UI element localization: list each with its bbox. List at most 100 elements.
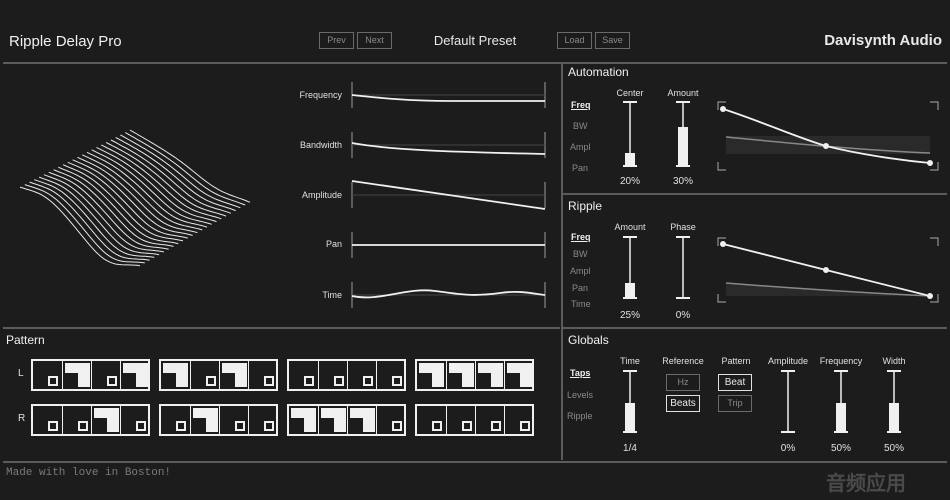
automation-center-slider[interactable] [620,100,640,170]
pattern-step[interactable] [504,361,533,389]
pattern-step[interactable] [318,361,347,389]
pattern-step[interactable] [417,406,446,434]
pattern-step[interactable] [219,361,248,389]
ripple-title: Ripple [568,199,603,213]
param-label-amplitude: Amplitude [301,190,342,200]
pattern-step-gap [222,373,235,387]
pattern-step[interactable] [120,406,149,434]
pattern-step[interactable] [91,361,120,389]
pattern-group[interactable] [159,359,278,391]
pattern-step[interactable] [33,406,62,434]
pattern-step[interactable] [446,361,475,389]
automation-envelope-graph[interactable] [717,101,939,172]
pattern-step[interactable] [475,361,504,389]
pattern-step[interactable] [219,406,248,434]
pattern-step[interactable] [318,406,347,434]
automation-tab-ampl[interactable]: Ampl [570,142,591,152]
pattern-step-level [291,408,316,432]
pattern-step[interactable] [248,406,277,434]
wave-line [110,139,232,214]
pattern-step[interactable] [289,361,318,389]
pattern-step[interactable] [347,361,376,389]
ripple-amount-slider[interactable] [620,235,640,301]
pattern-group[interactable] [415,359,534,391]
globals-tab-ripple[interactable]: Ripple [567,411,593,421]
pattern-step[interactable] [62,406,91,434]
automation-tab-freq[interactable]: Freq [571,100,591,110]
pattern-step[interactable] [91,406,120,434]
wave-line [129,129,251,203]
pattern-step[interactable] [161,406,190,434]
globals-frequency-label: Frequency [819,356,863,366]
app-title: Ripple Delay Pro [9,33,122,50]
ripple-3d-visualizer [19,129,251,267]
pattern-group[interactable] [415,404,534,436]
pattern-step[interactable] [248,361,277,389]
pattern-step[interactable] [446,406,475,434]
automation-amount-slider[interactable] [673,100,693,170]
globals-time-slider[interactable] [620,369,640,435]
prev-preset-button[interactable]: Prev [319,32,354,49]
time-curve [351,289,546,299]
save-preset-button[interactable]: Save [595,32,630,49]
ripple-phase-label: Phase [670,222,696,232]
ripple-amount-value: 25% [619,310,640,321]
ripple-tab-bw[interactable]: BW [573,249,588,259]
pattern-step[interactable] [161,361,190,389]
automation-tab-bw[interactable]: BW [573,121,588,131]
ripple-phase-slider[interactable] [673,235,693,301]
reference-beats-button[interactable]: Beats [666,395,700,412]
pattern-step[interactable] [62,361,91,389]
globals-amplitude-value: 0% [780,443,796,454]
ripple-tab-time[interactable]: Time [571,299,591,309]
footer-message: Made with love in Boston! [6,467,172,479]
pattern-step[interactable] [289,406,318,434]
pattern-trip-button[interactable]: Trip [718,395,752,412]
pattern-step[interactable] [376,361,405,389]
ripple-tab-ampl[interactable]: Ampl [570,266,591,276]
footer-divider [3,461,947,463]
pattern-group[interactable] [31,359,150,391]
pattern-step-level [78,421,88,431]
pattern-step-level [264,421,274,431]
pattern-step-level [363,376,373,386]
ripple-tab-freq[interactable]: Freq [571,232,591,242]
pattern-step[interactable] [475,406,504,434]
pattern-step[interactable] [33,361,62,389]
center-divider [561,62,563,460]
load-preset-button[interactable]: Load [557,32,592,49]
pattern-step[interactable] [190,406,219,434]
pattern-step[interactable] [120,361,149,389]
globals-width-label: Width [882,356,906,366]
globals-tab-taps[interactable]: Taps [570,368,590,378]
pattern-step[interactable] [504,406,533,434]
automation-tab-pan[interactable]: Pan [572,163,588,173]
pattern-step-level [478,363,503,387]
preset-name[interactable]: Default Preset [420,33,530,48]
pattern-group[interactable] [287,359,406,391]
pattern-step[interactable] [376,406,405,434]
pattern-step[interactable] [347,406,376,434]
globals-width-slider[interactable] [884,369,904,435]
pattern-group[interactable] [287,404,406,436]
pattern-step-level [264,376,274,386]
next-preset-button[interactable]: Next [357,32,392,49]
pattern-group[interactable] [159,404,278,436]
frequency-curve [351,94,545,102]
pattern-step[interactable] [417,361,446,389]
reference-hz-button[interactable]: Hz [666,374,700,391]
automation-amount-value: 30% [672,176,693,187]
pattern-group[interactable] [31,404,150,436]
lower-divider-left [3,327,560,329]
globals-frequency-value: 50% [830,443,851,454]
globals-tab-levels[interactable]: Levels [567,390,593,400]
pattern-beat-button[interactable]: Beat [718,374,752,391]
globals-amplitude-slider[interactable] [778,369,798,435]
ripple-tab-pan[interactable]: Pan [572,283,588,293]
pattern-step[interactable] [190,361,219,389]
ripple-envelope-graph[interactable] [717,237,939,303]
globals-frequency-slider[interactable] [831,369,851,435]
pattern-step-gap [449,373,462,387]
param-curves[interactable] [350,78,550,318]
pattern-step-level [65,363,90,387]
